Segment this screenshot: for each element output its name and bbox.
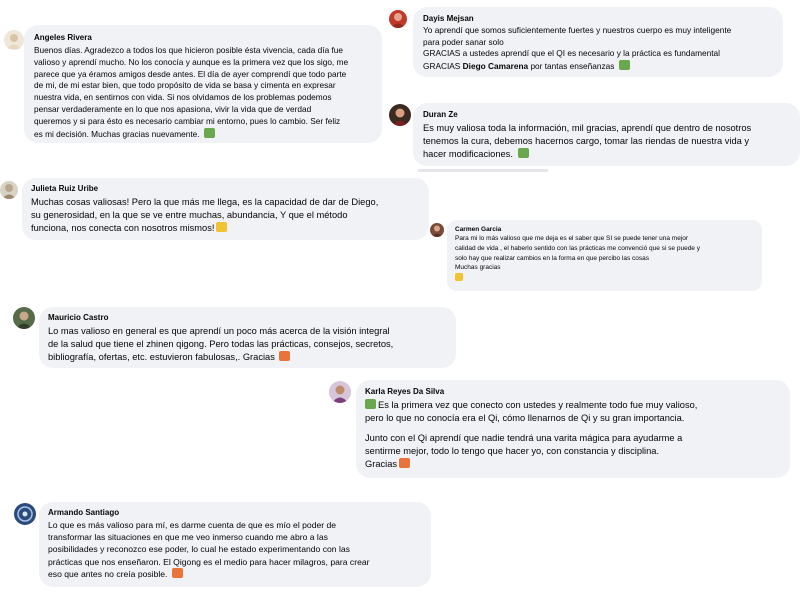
- avatar[interactable]: [14, 503, 36, 525]
- pray-emoji-icon: [455, 273, 463, 282]
- comment-author[interactable]: Carmen Garcia: [455, 226, 754, 233]
- avatar[interactable]: [389, 104, 411, 126]
- comment-text: Yo aprendí que somos suficientemente fue…: [423, 25, 732, 71]
- comment-text: Lo mas valioso en general es que aprendí…: [48, 326, 394, 362]
- comment-text: Buenos días. Agradezco a todos los que h…: [34, 45, 349, 139]
- comment-bubble: Julieta Ruiz Uribe Muchas cosas valiosas…: [22, 178, 429, 240]
- avatar[interactable]: [0, 181, 18, 199]
- comment-text: Para mi lo más valioso que me deja es el…: [455, 234, 754, 284]
- comment-author[interactable]: Dayis Mejsan: [423, 14, 773, 23]
- comment-bubble: Mauricio Castro Lo mas valioso en genera…: [39, 307, 456, 368]
- sunset-emoji-icon: [279, 351, 291, 361]
- sunset-emoji-icon: [399, 458, 411, 468]
- comment-bubble: Carmen Garcia Para mi lo más valioso que…: [447, 220, 762, 291]
- avatar[interactable]: [329, 381, 351, 403]
- comment-author[interactable]: Armando Santiago: [48, 508, 422, 517]
- comment-bubble: Dayis Mejsan Yo aprendí que somos sufici…: [413, 7, 783, 77]
- avatar[interactable]: [4, 30, 24, 50]
- comment-author[interactable]: Duran Ze: [423, 110, 790, 119]
- landscape-emoji-icon: [365, 399, 376, 409]
- avatar[interactable]: [430, 223, 444, 237]
- landscape-emoji-icon: [517, 148, 529, 158]
- comment-author[interactable]: Karla Reyes Da Silva: [365, 387, 781, 396]
- landscape-emoji-icon: [203, 127, 215, 138]
- sunset-emoji-icon: [171, 567, 183, 578]
- comment-text: Es la primera vez que conecto con ustede…: [365, 399, 698, 423]
- landscape-emoji-icon: [618, 59, 630, 70]
- comment-bubble: Duran Ze Es muy valiosa toda la informac…: [413, 103, 800, 166]
- comment-text: Lo que es más valioso para mí, es darme …: [48, 520, 370, 579]
- comment-text-paragraph: Junto con el Qi aprendí que nadie tendrá…: [365, 433, 683, 469]
- avatar[interactable]: [389, 10, 407, 28]
- divider: [418, 169, 548, 172]
- mentioned-name[interactable]: Diego Camarena: [463, 61, 528, 71]
- comment-text: Es muy valiosa toda la información, mil …: [423, 123, 752, 159]
- comment-author[interactable]: Julieta Ruiz Uribe: [31, 184, 420, 193]
- avatar[interactable]: [13, 307, 35, 329]
- comment-author[interactable]: Angeles Rivera: [34, 33, 372, 42]
- comment-bubble: Angeles Rivera Buenos días. Agradezco a …: [24, 25, 382, 143]
- comment-author[interactable]: Mauricio Castro: [48, 313, 447, 322]
- comment-bubble: Armando Santiago Lo que es más valioso p…: [39, 502, 431, 587]
- pray-emoji-icon: [216, 222, 228, 232]
- comment-bubble: Karla Reyes Da Silva Es la primera vez q…: [356, 380, 790, 478]
- comment-text: Muchas cosas valiosas! Pero la que más m…: [31, 197, 379, 233]
